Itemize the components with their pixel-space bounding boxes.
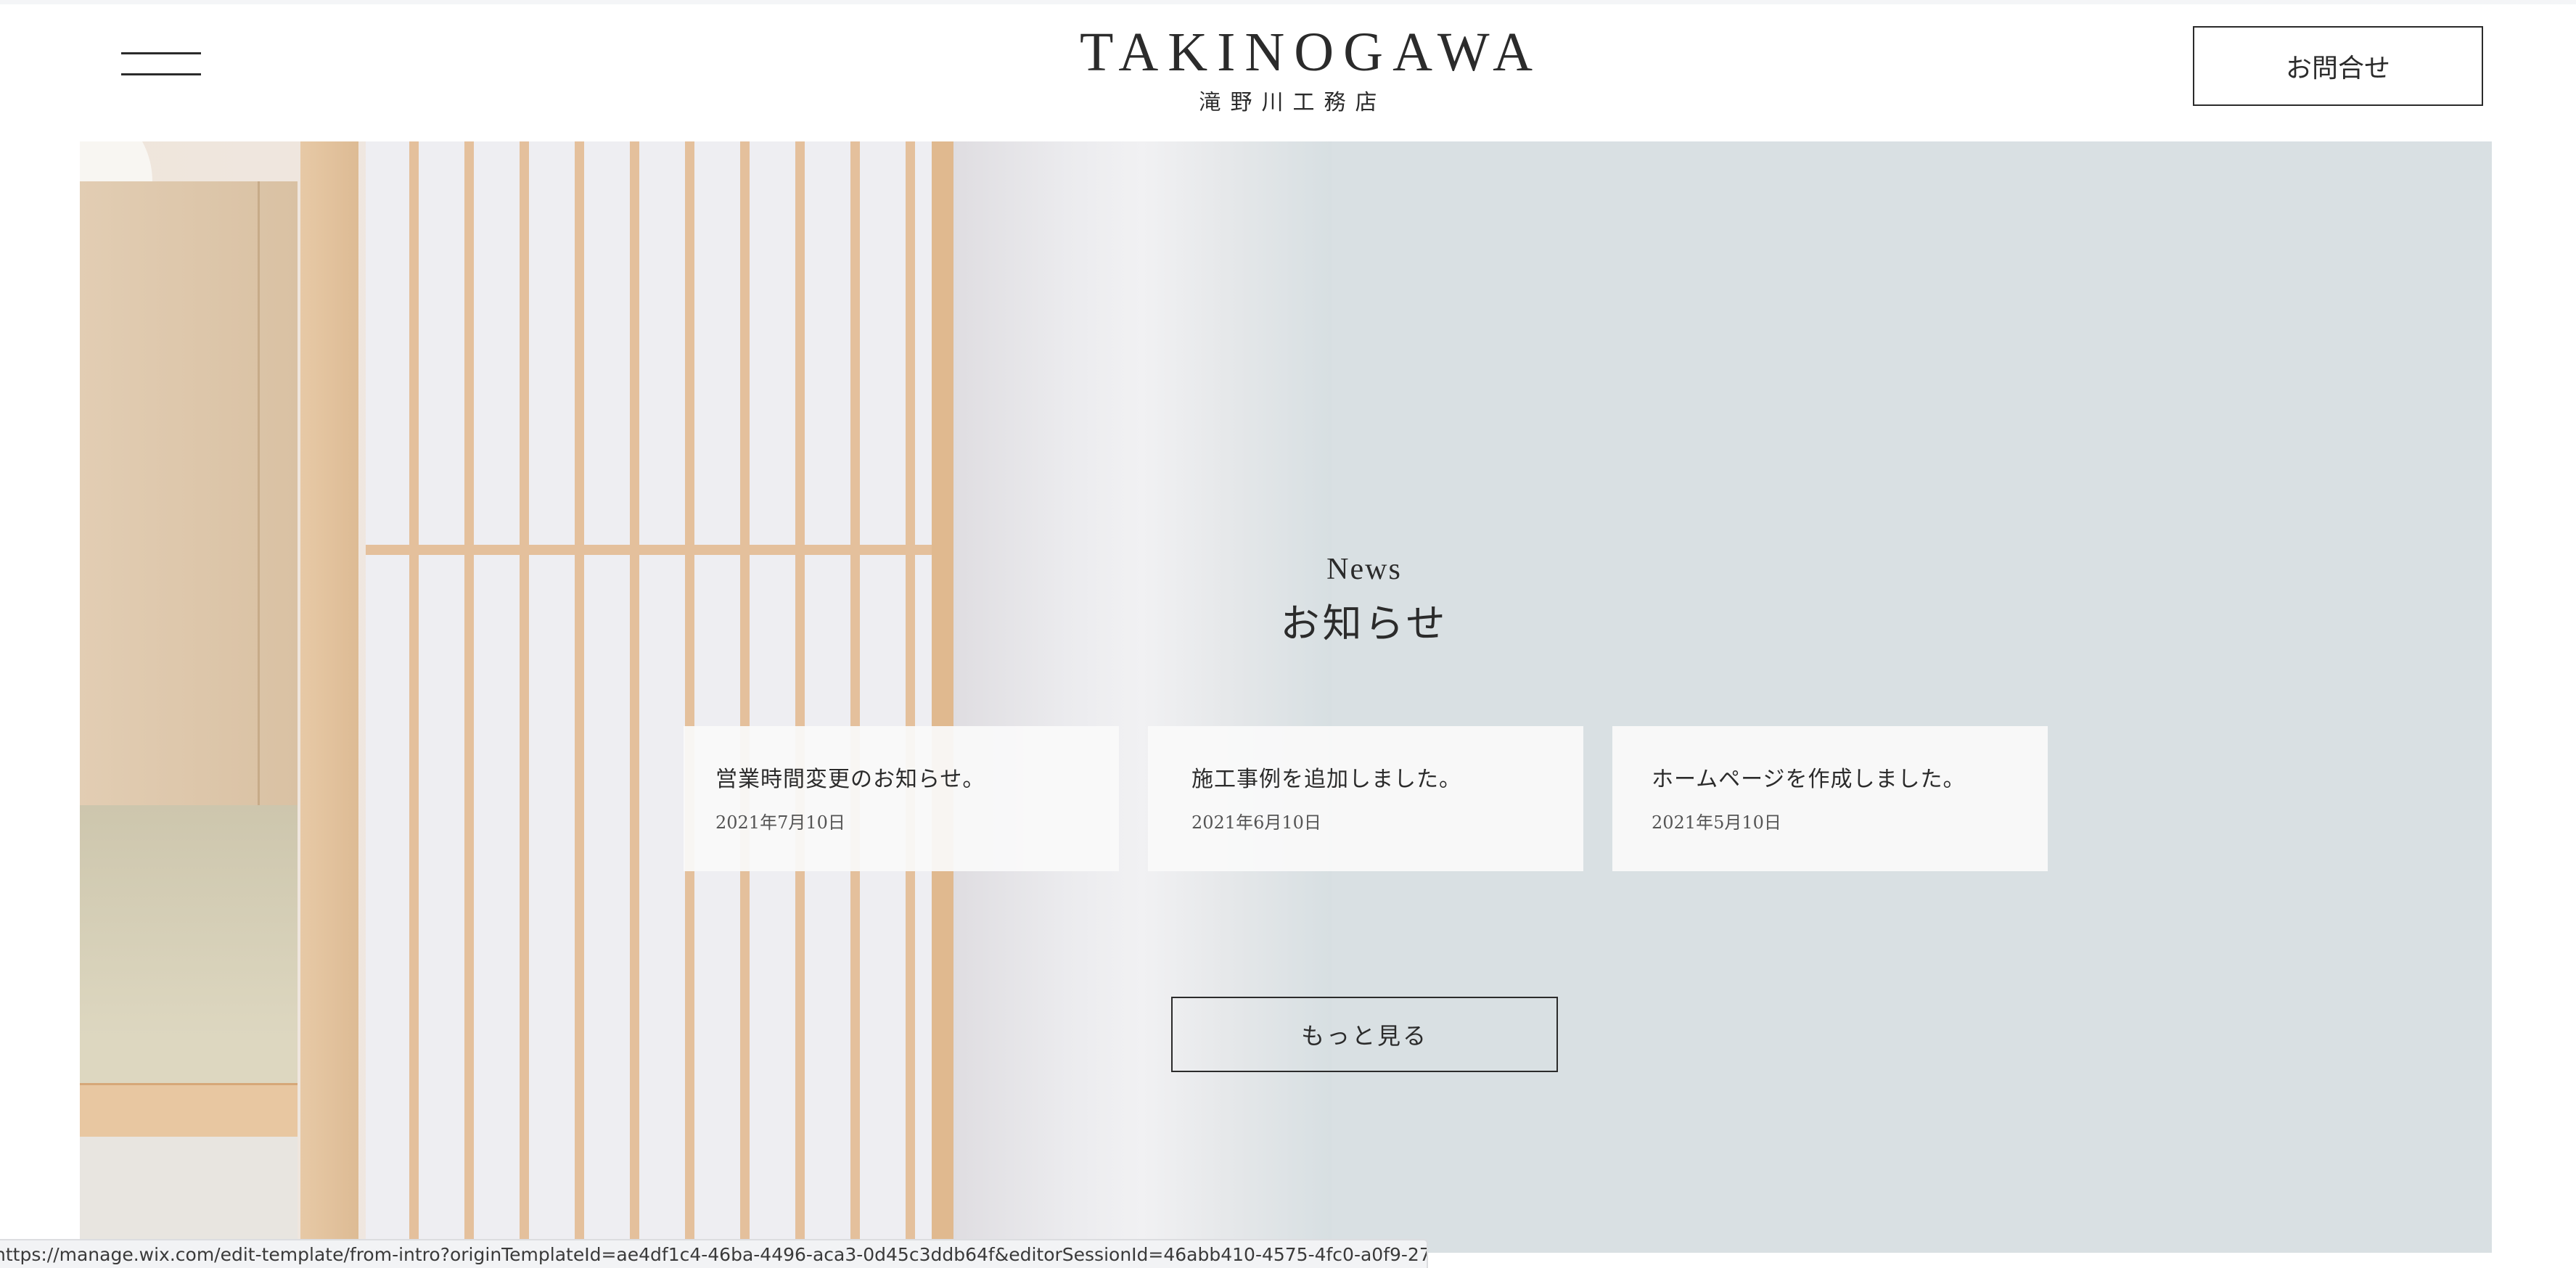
site-logo[interactable]: TAKINOGAWA 滝野川工務店 xyxy=(1070,22,1543,115)
shoji-slat xyxy=(464,141,474,1253)
browser-status-bar: https://manage.wix.com/edit-template/fro… xyxy=(0,1239,1428,1268)
news-card[interactable]: ホームページを作成しました。 2021年5月10日 xyxy=(1612,726,2048,871)
shoji-slat xyxy=(685,141,694,1253)
news-card-title: 営業時間変更のお知らせ。 xyxy=(715,767,985,792)
shoji-slat xyxy=(575,141,584,1253)
cabinet-seam-shape xyxy=(258,181,260,805)
news-heading-ja: お知らせ xyxy=(1280,601,1448,646)
news-heading: News お知らせ xyxy=(1074,551,1654,647)
alcove-shelf-shape xyxy=(80,1083,298,1137)
news-card-title: 施工事例を追加しました。 xyxy=(1191,767,1461,792)
contact-button[interactable]: お問合せ xyxy=(2193,26,2483,106)
news-card-date: 2021年6月10日 xyxy=(1191,812,1321,833)
hamburger-menu-icon[interactable] xyxy=(121,52,201,78)
wood-post-right xyxy=(932,141,953,1253)
news-heading-en: News xyxy=(1326,553,1402,586)
shoji-rail xyxy=(366,545,932,555)
shoji-slat xyxy=(906,141,915,1253)
news-card[interactable]: 営業時間変更のお知らせ。 2021年7月10日 xyxy=(684,726,1119,871)
site-header: TAKINOGAWA 滝野川工務店 お問合せ xyxy=(0,0,2576,141)
interior-photo xyxy=(80,141,1332,1253)
curtain-shape xyxy=(953,141,1332,1253)
menu-bar-bottom xyxy=(121,73,201,75)
shoji-slat xyxy=(520,141,529,1253)
shoji-slat xyxy=(630,141,639,1253)
shoji-slat xyxy=(409,141,419,1253)
wood-cabinet-shape xyxy=(80,181,298,805)
news-card-date: 2021年7月10日 xyxy=(715,812,845,833)
shoji-slat xyxy=(740,141,750,1253)
shoji-slat xyxy=(850,141,860,1253)
logo-title: TAKINOGAWA xyxy=(1080,22,1543,83)
shoji-screen xyxy=(366,141,932,1253)
floor-shape xyxy=(80,1137,298,1253)
header-top-shade xyxy=(0,0,2576,4)
logo-subtitle: 滝野川工務店 xyxy=(1199,90,1387,115)
see-more-button[interactable]: もっと見る xyxy=(1171,997,1558,1072)
news-card-title: ホームページを作成しました。 xyxy=(1652,767,1966,792)
news-card[interactable]: 施工事例を追加しました。 2021年6月10日 xyxy=(1148,726,1583,871)
news-section: News お知らせ 営業時間変更のお知らせ。 2021年7月10日 施工事例を追… xyxy=(80,141,2492,1253)
shoji-slat xyxy=(795,141,805,1253)
wood-post-left xyxy=(300,141,358,1253)
menu-bar-top xyxy=(121,52,201,54)
status-url-text: https://manage.wix.com/edit-template/fro… xyxy=(0,1243,1428,1265)
news-card-date: 2021年5月10日 xyxy=(1652,812,1781,833)
